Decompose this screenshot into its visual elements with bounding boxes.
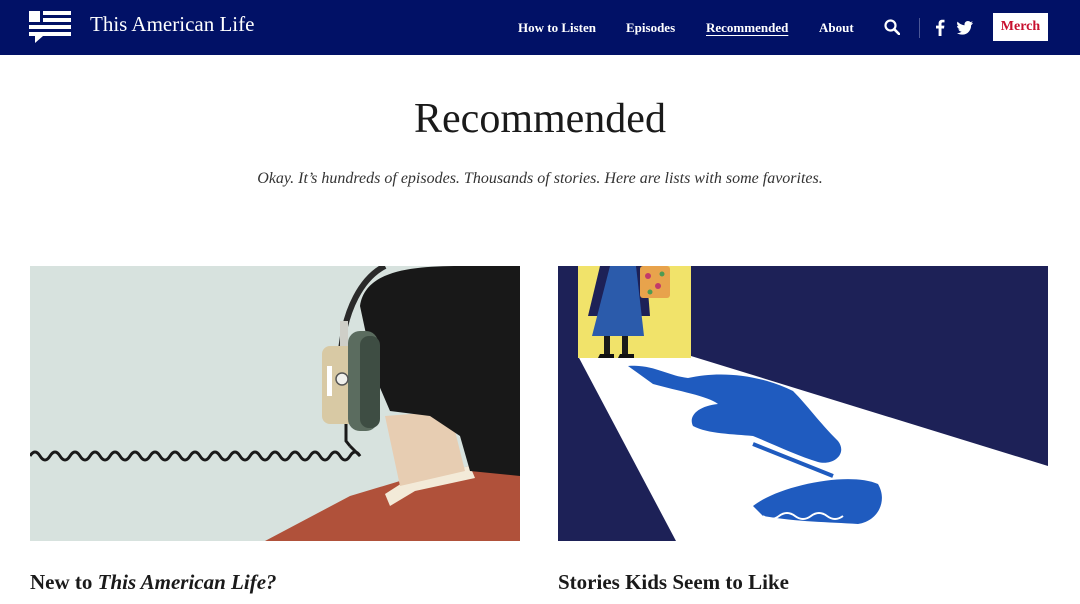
nav-recommended[interactable]: Recommended	[706, 20, 788, 36]
page-intro: Okay. It’s hundreds of episodes. Thousan…	[257, 170, 823, 187]
facebook-icon[interactable]	[935, 19, 945, 36]
card-title-prefix: New to	[30, 570, 98, 594]
twitter-icon[interactable]	[957, 21, 973, 35]
page-title: Recommended	[414, 96, 666, 142]
card-title-kids-stories[interactable]: Stories Kids Seem to Like	[558, 570, 789, 595]
nav-divider	[919, 18, 920, 38]
nav-how-to-listen[interactable]: How to Listen	[518, 20, 596, 36]
card-title-new-to-tal[interactable]: New to This American Life?	[30, 570, 277, 595]
site-header: This American Life How to Listen Episode…	[0, 0, 1080, 55]
card-title-show-name: This American Life?	[97, 570, 277, 594]
site-name[interactable]: This American Life	[90, 12, 254, 37]
nav-episodes[interactable]: Episodes	[626, 20, 675, 36]
card-image-new-to-tal[interactable]	[30, 266, 520, 541]
search-icon[interactable]	[884, 19, 900, 35]
nav-about[interactable]: About	[819, 20, 854, 36]
logo-icon[interactable]	[29, 11, 71, 43]
card-image-kids-stories[interactable]	[558, 266, 1048, 541]
merch-button[interactable]: Merch	[993, 13, 1048, 41]
